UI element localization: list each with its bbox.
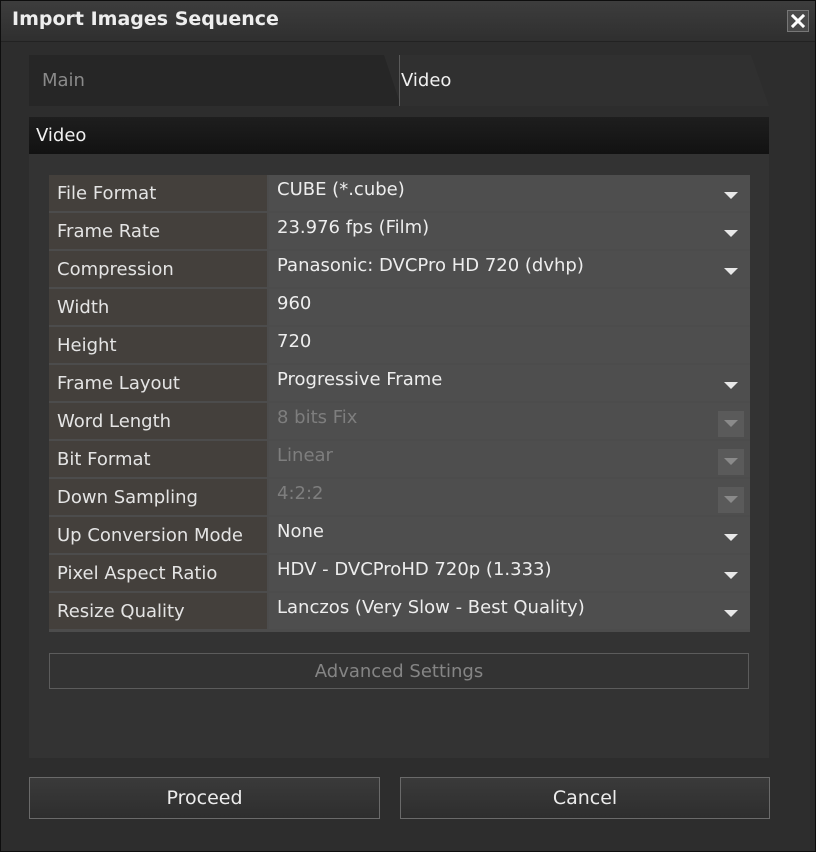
advanced-settings-button[interactable]: Advanced Settings bbox=[49, 653, 749, 689]
property-row-frame-layout[interactable]: Frame Layout Progressive Frame bbox=[49, 365, 750, 402]
property-value: 720 bbox=[277, 330, 312, 352]
property-label: Up Conversion Mode bbox=[49, 517, 267, 553]
resize-quality-select[interactable]: Lanczos (Very Slow - Best Quality) bbox=[269, 593, 750, 629]
property-label: Word Length bbox=[49, 403, 267, 439]
property-label: Bit Format bbox=[49, 441, 267, 477]
chevron-down-icon[interactable] bbox=[718, 183, 744, 209]
chevron-down-icon[interactable] bbox=[718, 525, 744, 551]
chevron-down-icon bbox=[718, 411, 744, 437]
property-label: File Format bbox=[49, 175, 267, 211]
property-value: Panasonic: DVCPro HD 720 (dvhp) bbox=[277, 254, 584, 276]
frame-rate-select[interactable]: 23.976 fps (Film) bbox=[269, 213, 750, 249]
property-row-pixel-aspect-ratio[interactable]: Pixel Aspect Ratio HDV - DVCProHD 720p (… bbox=[49, 555, 750, 592]
cancel-label: Cancel bbox=[552, 787, 618, 809]
property-value: 23.976 fps (Film) bbox=[277, 216, 430, 238]
property-row-compression[interactable]: Compression Panasonic: DVCPro HD 720 (dv… bbox=[49, 251, 750, 288]
close-icon bbox=[791, 14, 805, 28]
chevron-down-icon[interactable] bbox=[718, 563, 744, 589]
property-value: Lanczos (Very Slow - Best Quality) bbox=[277, 596, 585, 618]
frame-layout-select[interactable]: Progressive Frame bbox=[269, 365, 750, 401]
width-field[interactable]: 960 bbox=[269, 289, 750, 325]
property-row-up-conversion-mode[interactable]: Up Conversion Mode None bbox=[49, 517, 750, 554]
property-label: Width bbox=[49, 289, 267, 325]
chevron-down-icon[interactable] bbox=[718, 373, 744, 399]
word-length-select: 8 bits Fix bbox=[269, 403, 750, 439]
tab-video[interactable]: Video bbox=[399, 55, 769, 106]
chevron-down-icon[interactable] bbox=[718, 259, 744, 285]
window-title: Import Images Sequence bbox=[12, 8, 279, 30]
property-value: Linear bbox=[277, 444, 333, 466]
property-row-width[interactable]: Width 960 bbox=[49, 289, 750, 326]
up-conversion-mode-select[interactable]: None bbox=[269, 517, 750, 553]
property-value: 4:2:2 bbox=[277, 482, 324, 504]
tab-divider bbox=[399, 55, 400, 106]
property-value: CUBE (*.cube) bbox=[277, 178, 405, 200]
property-value: 8 bits Fix bbox=[277, 406, 358, 428]
chevron-down-icon[interactable] bbox=[718, 601, 744, 627]
property-label: Pixel Aspect Ratio bbox=[49, 555, 267, 591]
chevron-down-icon bbox=[718, 449, 744, 475]
proceed-button[interactable]: Proceed bbox=[29, 777, 380, 819]
property-label: Compression bbox=[49, 251, 267, 287]
property-row-height[interactable]: Height 720 bbox=[49, 327, 750, 364]
compression-select[interactable]: Panasonic: DVCPro HD 720 (dvhp) bbox=[269, 251, 750, 287]
tab-main-label: Main bbox=[42, 70, 85, 91]
property-row-word-length: Word Length 8 bits Fix bbox=[49, 403, 750, 440]
title-bar[interactable]: Import Images Sequence bbox=[1, 1, 815, 42]
property-label: Resize Quality bbox=[49, 593, 267, 629]
property-row-file-format[interactable]: File Format CUBE (*.cube) bbox=[49, 175, 750, 212]
property-row-bit-format: Bit Format Linear bbox=[49, 441, 750, 478]
property-value: None bbox=[277, 520, 324, 542]
property-row-frame-rate[interactable]: Frame Rate 23.976 fps (Film) bbox=[49, 213, 750, 250]
property-row-down-sampling: Down Sampling 4:2:2 bbox=[49, 479, 750, 516]
property-label: Height bbox=[49, 327, 267, 363]
property-label: Frame Rate bbox=[49, 213, 267, 249]
chevron-down-icon[interactable] bbox=[718, 221, 744, 247]
advanced-settings-label: Advanced Settings bbox=[314, 660, 484, 682]
chevron-down-icon bbox=[718, 487, 744, 513]
pixel-aspect-ratio-select[interactable]: HDV - DVCProHD 720p (1.333) bbox=[269, 555, 750, 591]
cancel-button[interactable]: Cancel bbox=[400, 777, 770, 819]
down-sampling-select: 4:2:2 bbox=[269, 479, 750, 515]
tab-video-label: Video bbox=[401, 70, 452, 91]
property-grid: File Format CUBE (*.cube) Frame Rate 23.… bbox=[49, 175, 750, 632]
height-field[interactable]: 720 bbox=[269, 327, 750, 363]
close-button[interactable] bbox=[787, 10, 809, 32]
property-label: Down Sampling bbox=[49, 479, 267, 515]
section-header: Video bbox=[29, 117, 769, 154]
property-label: Frame Layout bbox=[49, 365, 267, 401]
property-row-resize-quality[interactable]: Resize Quality Lanczos (Very Slow - Best… bbox=[49, 593, 750, 630]
property-value: HDV - DVCProHD 720p (1.333) bbox=[277, 558, 552, 580]
bit-format-select: Linear bbox=[269, 441, 750, 477]
proceed-label: Proceed bbox=[166, 787, 243, 809]
section-title: Video bbox=[36, 125, 87, 146]
property-value: Progressive Frame bbox=[277, 368, 443, 390]
tab-main[interactable]: Main bbox=[29, 55, 401, 106]
file-format-select[interactable]: CUBE (*.cube) bbox=[269, 175, 750, 211]
property-value: 960 bbox=[277, 292, 312, 314]
